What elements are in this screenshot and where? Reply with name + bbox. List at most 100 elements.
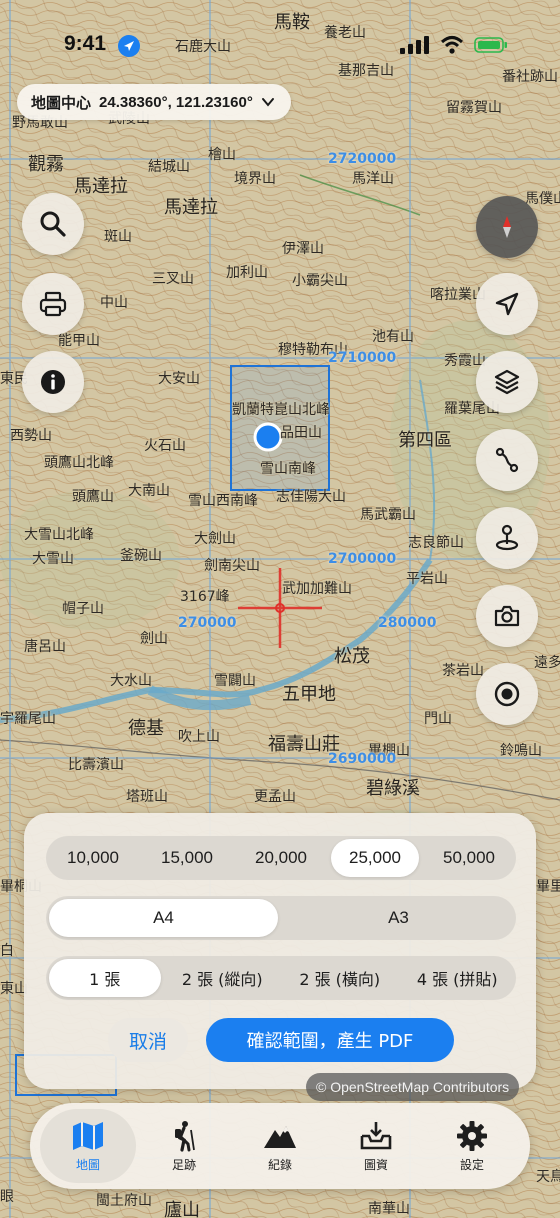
paper-option-selected[interactable]: A4 xyxy=(49,899,278,937)
place-label: 劍南尖山 xyxy=(204,558,260,574)
current-location-dot xyxy=(253,422,283,452)
grid-label: 2710000 xyxy=(328,350,397,366)
place-label: 大水山 xyxy=(110,673,152,689)
paper-size-selector[interactable]: A4 A3 xyxy=(46,896,516,940)
place-label: 宇羅尾山 xyxy=(0,711,56,727)
tab-label: 足跡 xyxy=(171,1157,196,1172)
tab-label: 設定 xyxy=(459,1157,484,1172)
place-label: 中山 xyxy=(100,295,128,311)
cancel-button[interactable]: 取消 xyxy=(108,1018,188,1062)
place-label: 能甲山 xyxy=(58,333,100,349)
map-center-label: 地圖中心 xyxy=(31,93,92,112)
search-icon xyxy=(40,211,66,237)
place-label: 劍山 xyxy=(140,631,168,647)
search-button[interactable] xyxy=(22,193,84,255)
place-label: 廬山 xyxy=(164,1200,200,1218)
grid-label: 280000 xyxy=(378,615,437,631)
sheet-count-selector[interactable]: 1 張 2 張 (縱向) 2 張 (橫向) 4 張 (拼貼) xyxy=(46,956,516,1000)
place-label: 大雪山北峰 xyxy=(24,527,94,543)
grid-label: 2690000 xyxy=(328,751,397,767)
place-label: 志良節山 xyxy=(408,535,464,551)
tab-records[interactable]: 紀錄 xyxy=(232,1109,328,1183)
download-tray-icon xyxy=(360,1121,392,1149)
place-label: 碧綠溪 xyxy=(366,778,420,799)
place-label: 松茂 xyxy=(334,646,370,667)
map-icon xyxy=(73,1121,103,1150)
scale-selector[interactable]: 10,000 15,000 20,000 25,000 50,000 xyxy=(46,836,516,880)
scale-option[interactable]: 15,000 xyxy=(143,839,231,877)
map-center-selector[interactable]: 地圖中心 24.38360°, 121.23160° xyxy=(17,84,291,120)
scale-option[interactable]: 20,000 xyxy=(237,839,325,877)
tab-label: 地圖 xyxy=(75,1157,100,1172)
place-label: 遠多 xyxy=(534,655,560,671)
place-label: 斑山 xyxy=(104,229,132,245)
info-icon xyxy=(41,370,65,394)
place-label: 馬達拉 xyxy=(164,197,218,218)
place-label: 檜山 xyxy=(208,147,236,163)
place-label: 唐呂山 xyxy=(24,639,66,655)
place-label: 白 xyxy=(0,943,14,959)
place-label: 西勢山 xyxy=(10,428,52,444)
tab-footprint[interactable]: 足跡 xyxy=(136,1109,232,1183)
place-label: 三叉山 xyxy=(152,271,194,287)
place-label: 馬武霸山 xyxy=(360,507,416,523)
status-time: 9:41 xyxy=(64,32,107,55)
camera-icon xyxy=(494,605,520,627)
record-button[interactable] xyxy=(476,663,538,725)
place-label: 結城山 xyxy=(148,159,190,175)
sheet-option[interactable]: 2 張 (縱向) xyxy=(167,959,279,997)
place-label: 馬洋山 xyxy=(352,171,394,187)
confirm-generate-pdf-button[interactable]: 確認範圍，產生 PDF xyxy=(206,1018,454,1062)
place-label: 留霧賀山 xyxy=(446,100,502,116)
pin-icon xyxy=(495,524,519,551)
scale-option-selected[interactable]: 25,000 xyxy=(331,839,419,877)
map-center-coords: 24.38360°, 121.23160° xyxy=(99,93,253,111)
sheet-option[interactable]: 4 張 (拼貼) xyxy=(402,959,514,997)
print-button[interactable] xyxy=(22,273,84,335)
sheet-option[interactable]: 2 張 (橫向) xyxy=(284,959,396,997)
paper-option[interactable]: A3 xyxy=(284,899,513,937)
tab-settings[interactable]: 設定 xyxy=(424,1109,520,1183)
layers-button[interactable] xyxy=(476,351,538,413)
scale-option[interactable]: 50,000 xyxy=(425,839,513,877)
camera-button[interactable] xyxy=(476,585,538,647)
place-label: 鈴鳴山 xyxy=(500,743,542,759)
hiker-icon xyxy=(175,1120,195,1152)
place-label: 眼 xyxy=(0,1189,14,1205)
place-label: 第四區 xyxy=(398,430,452,451)
record-icon xyxy=(494,681,520,707)
print-options-panel: 10,000 15,000 20,000 25,000 50,000 A4 A3… xyxy=(24,813,536,1089)
tab-map[interactable]: 地圖 xyxy=(40,1109,136,1183)
route-button[interactable] xyxy=(476,429,538,491)
locate-button[interactable] xyxy=(476,273,538,335)
tab-map-data[interactable]: 圖資 xyxy=(328,1109,424,1183)
mountain-icon xyxy=(264,1125,296,1148)
chevron-down-icon xyxy=(261,98,274,107)
place-label: 釜碗山 xyxy=(120,548,162,564)
scale-option[interactable]: 10,000 xyxy=(49,839,137,877)
place-label: 小霸尖山 xyxy=(292,273,348,289)
place-label: 池有山 xyxy=(372,329,414,345)
place-label: 畢里 xyxy=(536,879,560,895)
place-label: 武加加難山 xyxy=(282,581,352,597)
place-label: 天鳥 xyxy=(536,1169,560,1185)
battery-icon xyxy=(474,37,507,53)
place-label: 五甲地 xyxy=(282,684,336,705)
place-label: 境界山 xyxy=(234,171,276,187)
place-label: 茶岩山 xyxy=(442,663,484,679)
place-label: 品田山 xyxy=(280,425,322,441)
grid-label: 2700000 xyxy=(328,551,397,567)
compass-button[interactable] xyxy=(476,196,538,258)
place-label: 大南山 xyxy=(128,483,170,499)
place-label: 志佳陽大山 xyxy=(276,489,346,505)
tab-label: 圖資 xyxy=(363,1157,388,1172)
place-label: 觀霧 xyxy=(28,154,64,175)
place-label: 頭鷹山北峰 xyxy=(44,455,114,471)
gear-icon xyxy=(457,1120,487,1151)
info-button[interactable] xyxy=(22,351,84,413)
place-label: 加利山 xyxy=(226,265,268,281)
sheet-option-selected[interactable]: 1 張 xyxy=(49,959,161,997)
place-label: 帽子山 xyxy=(62,601,104,617)
pin-button[interactable] xyxy=(476,507,538,569)
place-label: 大安山 xyxy=(158,371,200,387)
